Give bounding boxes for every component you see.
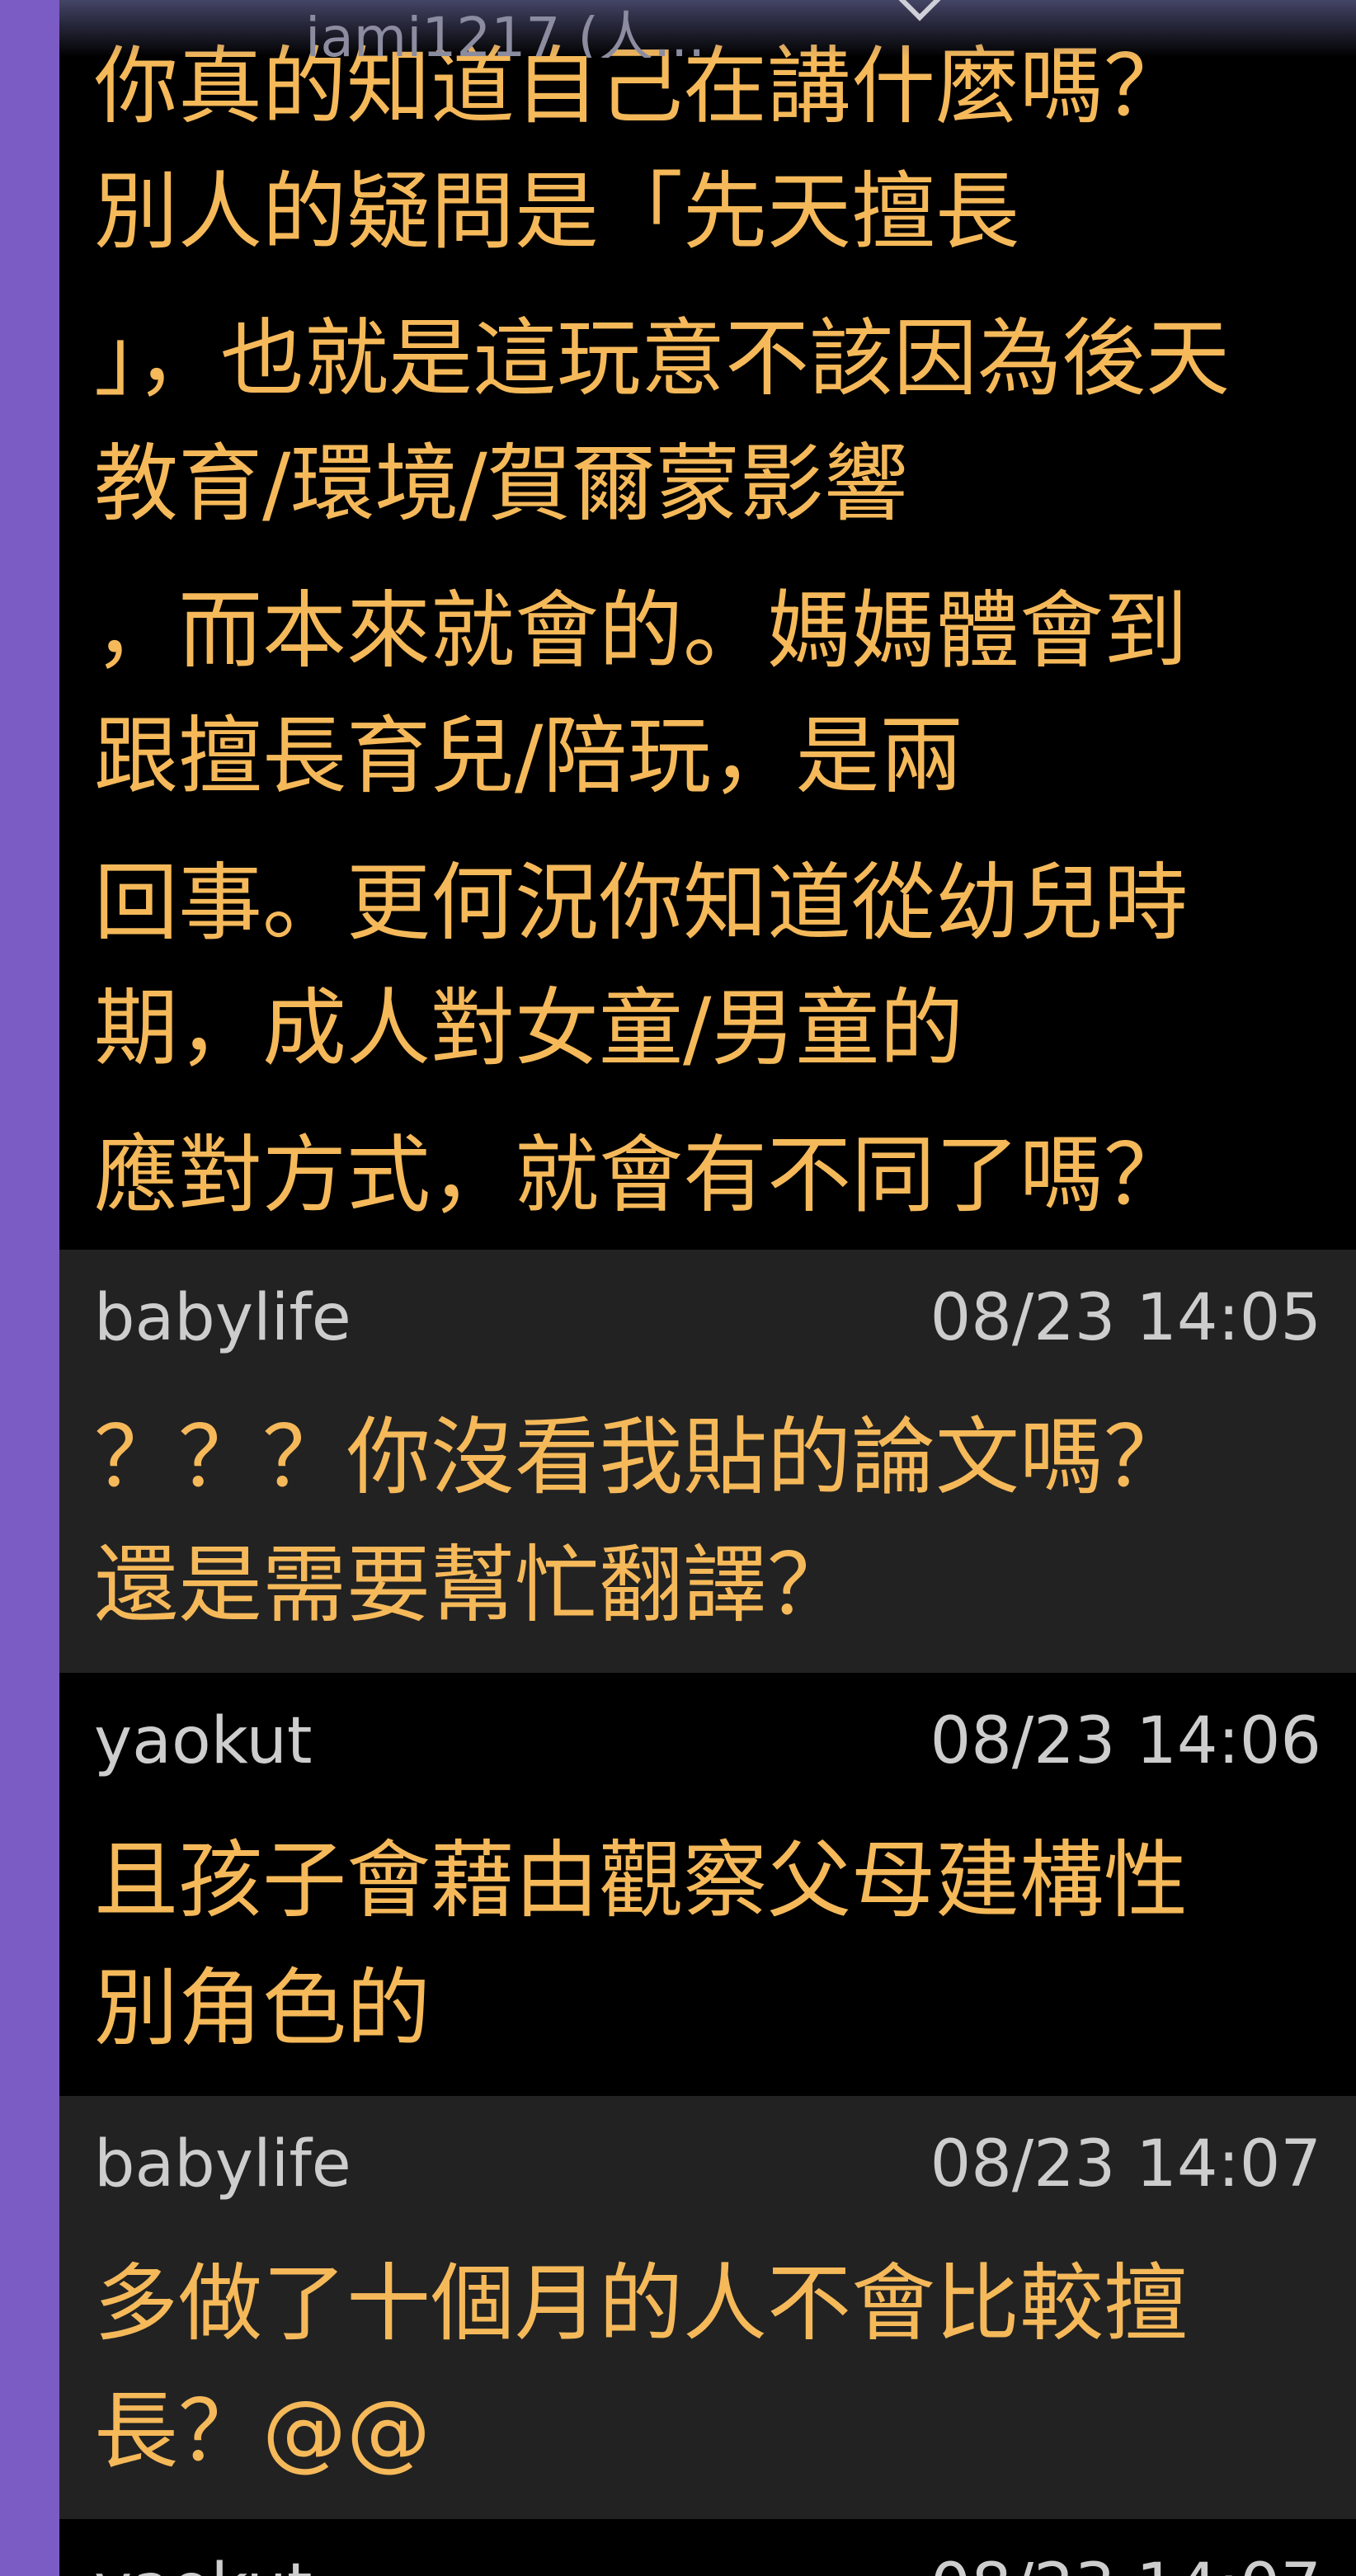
comment-line: 長？@@ xyxy=(94,2383,431,2481)
comment-line: 跟擅長育兒/陪玩，是兩 xyxy=(94,708,964,806)
comment-author[interactable]: yaokut xyxy=(94,1704,312,1778)
comment-line: 回事。更何況你知道從幼兒時 xyxy=(94,855,1188,953)
comment-line: 別人的疑問是「先天擅長 xyxy=(94,163,1019,261)
comment-item: 你真的知道自己在講什麼嗎？ 別人的疑問是「先天擅長 」，也就是這玩意不該因為後天… xyxy=(59,0,1356,1250)
comment-timestamp: 08/23 14:05 xyxy=(930,1281,1321,1355)
comment-line: 還是需要幫忙翻譯？ xyxy=(94,1537,851,1635)
comment-body: ？？？你沒看我貼的論文嗎？ 還是需要幫忙翻譯？ xyxy=(94,1394,1331,1650)
comment-meta: babylife 08/23 14:05 xyxy=(94,1281,1321,1355)
comment-line: 且孩子會藉由觀察父母建構性 xyxy=(94,1832,1188,1930)
comment-meta: yaokut 08/23 14:07 xyxy=(94,2550,1321,2576)
comment-meta: babylife 08/23 14:07 xyxy=(94,2127,1321,2202)
screen: iami1217 (人... 你真的知道自己在講什麼嗎？ 別人的疑問是「先天擅長… xyxy=(0,0,1356,2576)
comment-line: 」，也就是這玩意不該因為後天 xyxy=(94,310,1230,408)
comment-body: 多做了十個月的人不會比較擅 長？@@ xyxy=(94,2240,1331,2496)
comment-line: 應對方式，就會有不同了嗎？ xyxy=(94,1127,1188,1225)
comment-body: 且孩子會藉由觀察父母建構性 別角色的 xyxy=(94,1817,1331,2073)
comment-line: 別角色的 xyxy=(94,1960,431,2058)
comment-author[interactable]: babylife xyxy=(94,2127,351,2202)
comment-body: 你真的知道自己在講什麼嗎？ 別人的疑問是「先天擅長 」，也就是這玩意不該因為後天… xyxy=(94,23,1331,1240)
comment-line: 多做了十個月的人不會比較擅 xyxy=(94,2255,1188,2353)
comment-line: ，而本來就會的。媽媽體會到 xyxy=(94,582,1188,680)
comment-line: 期，成人對女童/男童的 xyxy=(94,980,964,1078)
comment-timestamp: 08/23 14:06 xyxy=(930,1704,1321,1778)
comment-timestamp: 08/23 14:07 xyxy=(930,2127,1321,2202)
comment-item[interactable]: babylife 08/23 14:05 ？？？你沒看我貼的論文嗎？ 還是需要幫… xyxy=(59,1250,1356,1673)
comment-line: ？？？你沒看我貼的論文嗎？ xyxy=(94,1409,1188,1507)
comment-meta: yaokut 08/23 14:06 xyxy=(94,1704,1321,1778)
comment-item[interactable]: babylife 08/23 14:07 多做了十個月的人不會比較擅 長？@@ xyxy=(59,2096,1356,2519)
thread-title: iami1217 (人... xyxy=(305,6,706,58)
comment-item[interactable]: yaokut 08/23 14:07 xyxy=(59,2519,1356,2576)
comment-timestamp: 08/23 14:07 xyxy=(930,2550,1321,2576)
comment-author[interactable]: yaokut xyxy=(94,2550,312,2576)
comment-author[interactable]: babylife xyxy=(94,1281,351,1355)
comment-item[interactable]: yaokut 08/23 14:06 且孩子會藉由觀察父母建構性 別角色的 xyxy=(59,1673,1356,2096)
chevron-down-icon[interactable] xyxy=(892,0,947,21)
side-drawer-strip[interactable] xyxy=(0,0,59,2576)
thread-header[interactable]: iami1217 (人... xyxy=(59,0,1356,58)
comment-feed[interactable]: 你真的知道自己在講什麼嗎？ 別人的疑問是「先天擅長 」，也就是這玩意不該因為後天… xyxy=(59,0,1356,2576)
comment-line: 教育/環境/賀爾蒙影響 xyxy=(94,436,908,534)
